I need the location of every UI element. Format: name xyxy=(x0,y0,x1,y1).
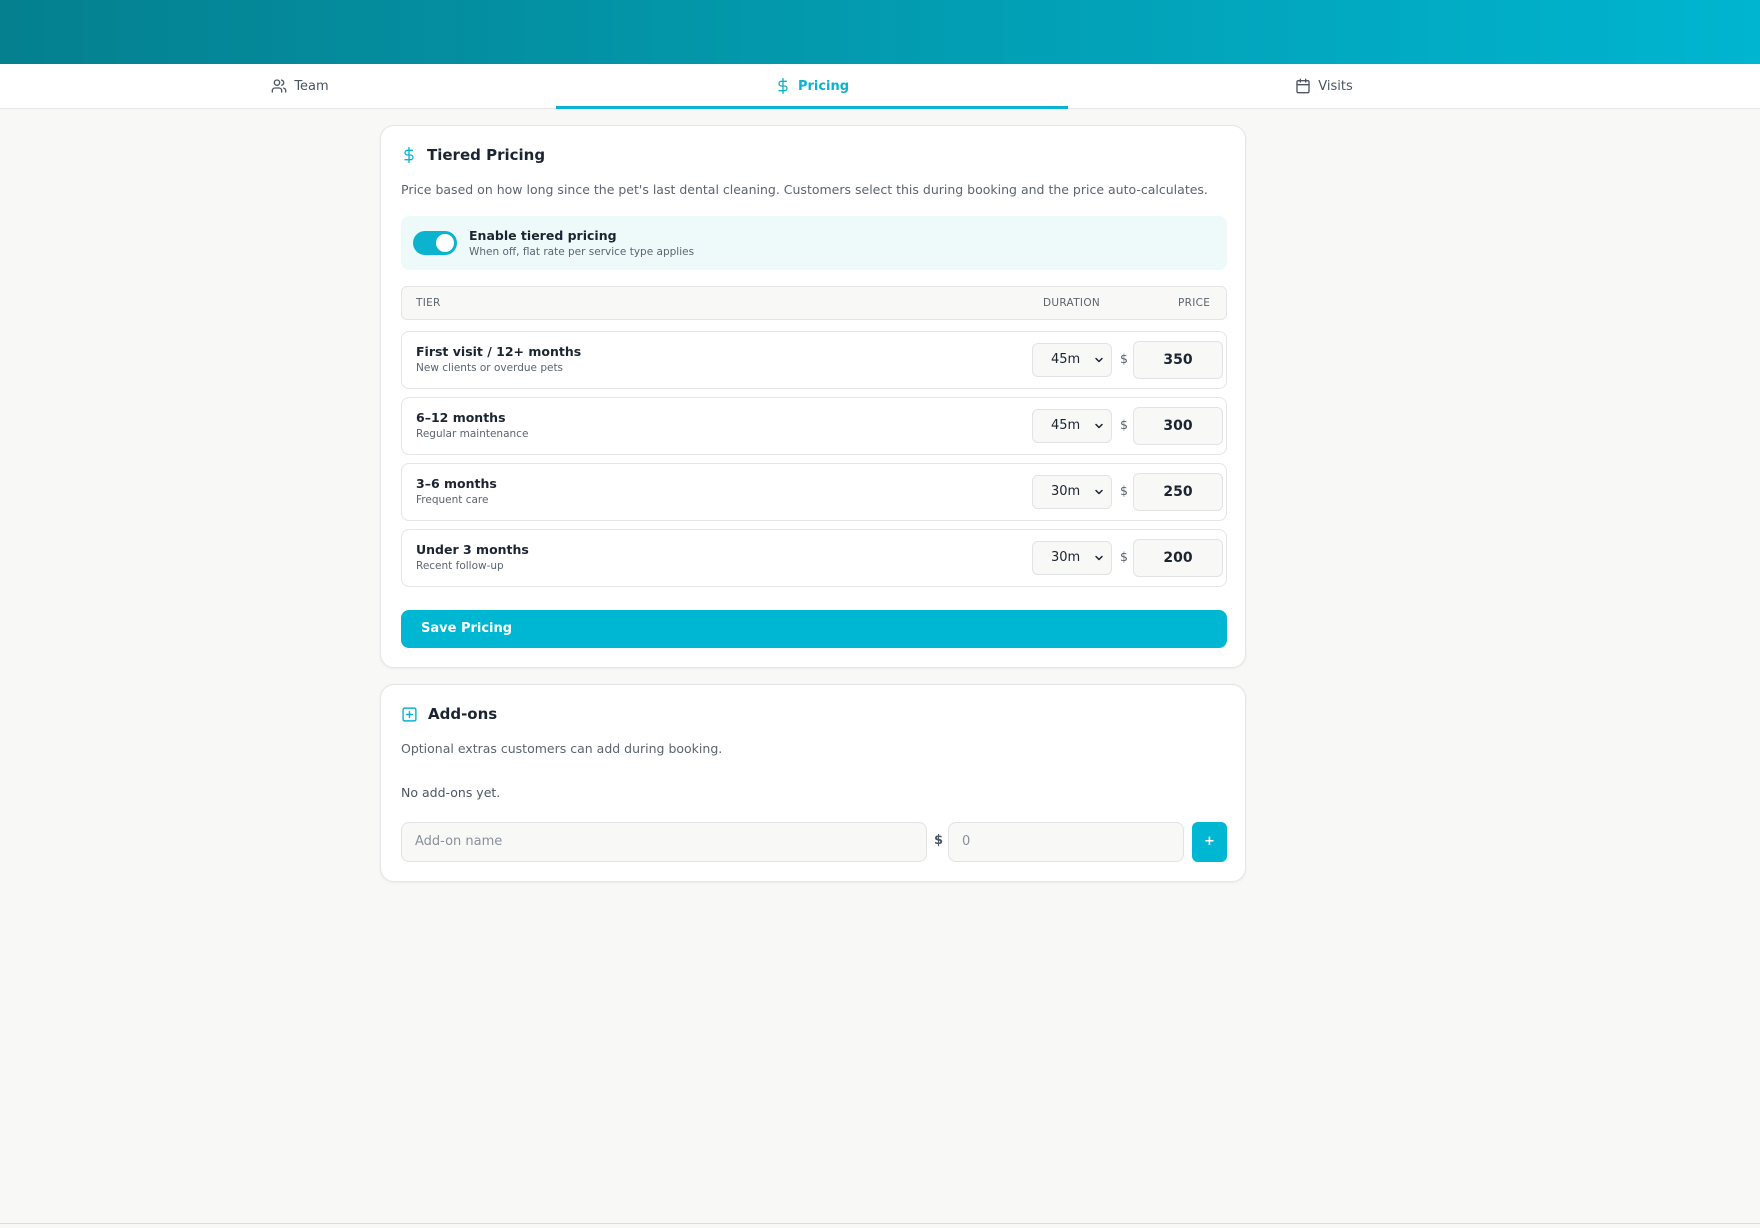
card-title: Add-ons xyxy=(428,705,498,723)
addon-price-input[interactable]: 0 xyxy=(948,822,1184,862)
column-header-duration: DURATION xyxy=(1043,297,1101,309)
add-addon-button[interactable]: + xyxy=(1192,822,1227,862)
duration-select[interactable]: 45m xyxy=(1032,409,1112,443)
chevron-down-icon xyxy=(1093,552,1105,564)
duration-value: 30m xyxy=(1051,484,1081,499)
tier-name: 6–12 months xyxy=(416,410,506,425)
tiered-toggle-panel: Enable tiered pricing When off, flat rat… xyxy=(401,216,1227,270)
price-input[interactable]: 250 xyxy=(1133,473,1223,511)
toggle-label: Enable tiered pricing xyxy=(469,228,617,243)
tier-row: Under 3 months Recent follow-up 30m $ 20… xyxy=(401,529,1227,587)
app-header-bar xyxy=(0,0,1760,64)
tier-name: First visit / 12+ months xyxy=(416,344,582,359)
card-description: Price based on how long since the pet's … xyxy=(401,182,1208,197)
currency-symbol: $ xyxy=(1120,549,1128,564)
tier-description: New clients or overdue pets xyxy=(416,362,564,374)
tab-pricing-label: Pricing xyxy=(797,78,850,94)
tier-description: Recent follow-up xyxy=(416,560,504,572)
tiered-pricing-toggle[interactable] xyxy=(413,231,457,255)
duration-select[interactable]: 30m xyxy=(1032,475,1112,509)
currency-symbol: $ xyxy=(934,833,944,848)
tier-table-header: TIER DURATION PRICE xyxy=(401,286,1227,320)
page-bottom-divider xyxy=(0,1223,1760,1224)
duration-value: 45m xyxy=(1051,418,1081,433)
tier-row: 6–12 months Regular maintenance 45m $ 30… xyxy=(401,397,1227,455)
tiered-pricing-card: Tiered Pricing Price based on how long s… xyxy=(380,125,1246,668)
tab-team-label: Team xyxy=(294,78,329,94)
price-input[interactable]: 300 xyxy=(1133,407,1223,445)
chevron-down-icon xyxy=(1093,420,1105,432)
card-title: Tiered Pricing xyxy=(427,146,546,164)
tab-pricing[interactable]: Pricing xyxy=(556,64,1068,109)
addon-name-input[interactable]: Add-on name xyxy=(401,822,927,862)
tier-name: Under 3 months xyxy=(416,542,529,557)
addons-card: Add-ons Optional extras customers can ad… xyxy=(380,684,1246,882)
toggle-sublabel: When off, flat rate per service type app… xyxy=(469,246,695,258)
toggle-knob xyxy=(436,234,454,252)
duration-select[interactable]: 45m xyxy=(1032,343,1112,377)
price-input[interactable]: 200 xyxy=(1133,539,1223,577)
duration-select[interactable]: 30m xyxy=(1032,541,1112,575)
currency-symbol: $ xyxy=(1120,351,1128,366)
save-pricing-button[interactable]: Save Pricing xyxy=(401,610,1227,648)
duration-value: 45m xyxy=(1051,352,1081,367)
tab-visits-label: Visits xyxy=(1318,78,1353,94)
users-icon xyxy=(271,78,287,94)
duration-value: 30m xyxy=(1051,550,1081,565)
tab-team[interactable]: Team xyxy=(44,64,556,108)
tiered-pricing-heading: Tiered Pricing xyxy=(401,146,545,164)
dollar-icon xyxy=(775,78,791,94)
currency-symbol: $ xyxy=(1120,483,1128,498)
tab-bar: Team Pricing Visits xyxy=(0,64,1760,109)
tier-description: Regular maintenance xyxy=(416,428,529,440)
tier-row: First visit / 12+ months New clients or … xyxy=(401,331,1227,389)
tier-name: 3–6 months xyxy=(416,476,497,491)
price-input[interactable]: 350 xyxy=(1133,341,1223,379)
chevron-down-icon xyxy=(1093,486,1105,498)
tier-description: Frequent care xyxy=(416,494,489,506)
addons-heading: Add-ons xyxy=(401,705,497,723)
dollar-icon xyxy=(401,146,417,164)
tab-visits[interactable]: Visits xyxy=(1068,64,1580,108)
plus-square-icon xyxy=(401,706,418,723)
calendar-icon xyxy=(1295,78,1311,94)
column-header-tier: TIER xyxy=(416,297,441,309)
empty-state-text: No add-ons yet. xyxy=(401,785,501,800)
card-description: Optional extras customers can add during… xyxy=(401,741,723,756)
chevron-down-icon xyxy=(1093,354,1105,366)
tier-row: 3–6 months Frequent care 30m $ 250 xyxy=(401,463,1227,521)
column-header-price: PRICE xyxy=(1178,297,1211,309)
currency-symbol: $ xyxy=(1120,417,1128,432)
